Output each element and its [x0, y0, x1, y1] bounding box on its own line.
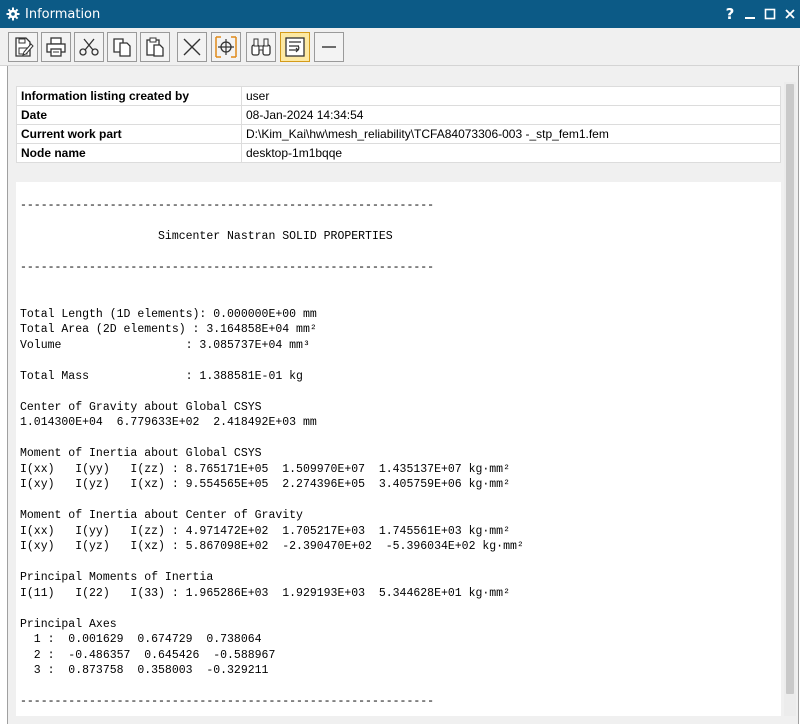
info-key: Node name: [16, 143, 242, 163]
window-title: Information: [25, 6, 101, 22]
listing-line: I(xx) I(yy) I(zz) : 4.971472E+02 1.70521…: [20, 524, 510, 538]
listing-line: Moment of Inertia about Center of Gravit…: [20, 509, 303, 522]
binoculars-icon: [251, 38, 271, 56]
table-row: Node name desktop-1m1bqqe: [16, 143, 781, 163]
x-icon: [183, 38, 201, 56]
divider-line: ----------------------------------------…: [20, 199, 435, 212]
title-bar: Information ?: [0, 0, 800, 28]
listing-line: Total Length (1D elements): 0.000000E+00…: [20, 307, 317, 321]
find-button[interactable]: [246, 32, 276, 62]
separator-button[interactable]: [314, 32, 344, 62]
paste-icon: [146, 37, 164, 57]
listing-line: 1 : 0.001629 0.674729 0.738064: [20, 633, 262, 646]
save-button[interactable]: [8, 32, 38, 62]
listing-line: 3 : 0.873758 0.358003 -0.329211: [20, 664, 269, 677]
listing-line: I(xx) I(yy) I(zz) : 8.765171E+05 1.50997…: [20, 462, 510, 476]
minus-icon: [322, 46, 336, 48]
vertical-scrollbar[interactable]: [784, 82, 796, 716]
info-header-table: Information listing created by user Date…: [16, 86, 781, 163]
maximize-icon: [764, 8, 776, 20]
copy-icon: [113, 38, 131, 57]
listing-line: Principal Axes: [20, 617, 117, 631]
information-panel: Information listing created by user Date…: [7, 66, 799, 724]
info-key: Information listing created by: [16, 86, 242, 106]
listing-line: Total Mass : 1.388581E-01 kg: [20, 369, 303, 383]
close-icon: [785, 9, 795, 19]
toolbar: [0, 28, 800, 66]
listing-line: I(xy) I(yz) I(xz) : 5.867098E+02 -2.3904…: [20, 540, 524, 553]
listing-line: Total Area (2D elements) : 3.164858E+04 …: [20, 323, 317, 336]
scissors-icon: [79, 38, 99, 56]
minimize-button[interactable]: [740, 0, 760, 28]
listing-line: 2 : -0.486357 0.645426 -0.588967: [20, 648, 276, 662]
listing-line: I(xy) I(yz) I(xz) : 9.554565E+05 2.27439…: [20, 478, 510, 491]
info-value: user: [241, 86, 781, 106]
maximize-button[interactable]: [760, 0, 780, 28]
divider-line: ----------------------------------------…: [20, 695, 435, 708]
printer-icon: [46, 37, 66, 57]
clear-button[interactable]: [177, 32, 207, 62]
paste-button[interactable]: [140, 32, 170, 62]
listing-line: Volume : 3.085737E+04 mm³: [20, 338, 310, 352]
select-button[interactable]: [211, 32, 241, 62]
info-value: D:\Kim_Kai\hw\mesh_reliability\TCFA84073…: [241, 124, 781, 144]
minimize-icon: [745, 17, 755, 19]
scrollbar-thumb[interactable]: [786, 84, 794, 694]
table-row: Information listing created by user: [16, 86, 781, 106]
wrap-icon: [285, 37, 305, 57]
listing-heading: Simcenter Nastran SOLID PROPERTIES: [20, 230, 393, 243]
info-value: 08-Jan-2024 14:34:54: [241, 105, 781, 125]
close-button[interactable]: [780, 0, 800, 28]
divider-line: ----------------------------------------…: [20, 261, 435, 274]
listing-line: 1.014300E+04 6.779633E+02 2.418492E+03 m…: [20, 416, 317, 429]
cut-button[interactable]: [74, 32, 104, 62]
info-key: Current work part: [16, 124, 242, 144]
window-controls: ?: [720, 0, 800, 28]
listing-line: Moment of Inertia about Global CSYS: [20, 447, 262, 460]
gear-icon: [5, 6, 21, 22]
help-button[interactable]: ?: [720, 0, 740, 28]
listing-text[interactable]: ----------------------------------------…: [16, 182, 781, 716]
listing-line: Center of Gravity about Global CSYS: [20, 400, 262, 414]
copy-button[interactable]: [107, 32, 137, 62]
info-value: desktop-1m1bqqe: [241, 143, 781, 163]
info-key: Date: [16, 105, 242, 125]
listing-line: I(11) I(22) I(33) : 1.965286E+03 1.92919…: [20, 586, 510, 600]
table-row: Date 08-Jan-2024 14:34:54: [16, 105, 781, 125]
crosshair-icon: [215, 36, 237, 58]
save-icon: [15, 37, 34, 57]
listing-line: Principal Moments of Inertia: [20, 571, 214, 584]
wrap-button[interactable]: [280, 32, 310, 62]
table-row: Current work part D:\Kim_Kai\hw\mesh_rel…: [16, 124, 781, 144]
print-button[interactable]: [41, 32, 71, 62]
